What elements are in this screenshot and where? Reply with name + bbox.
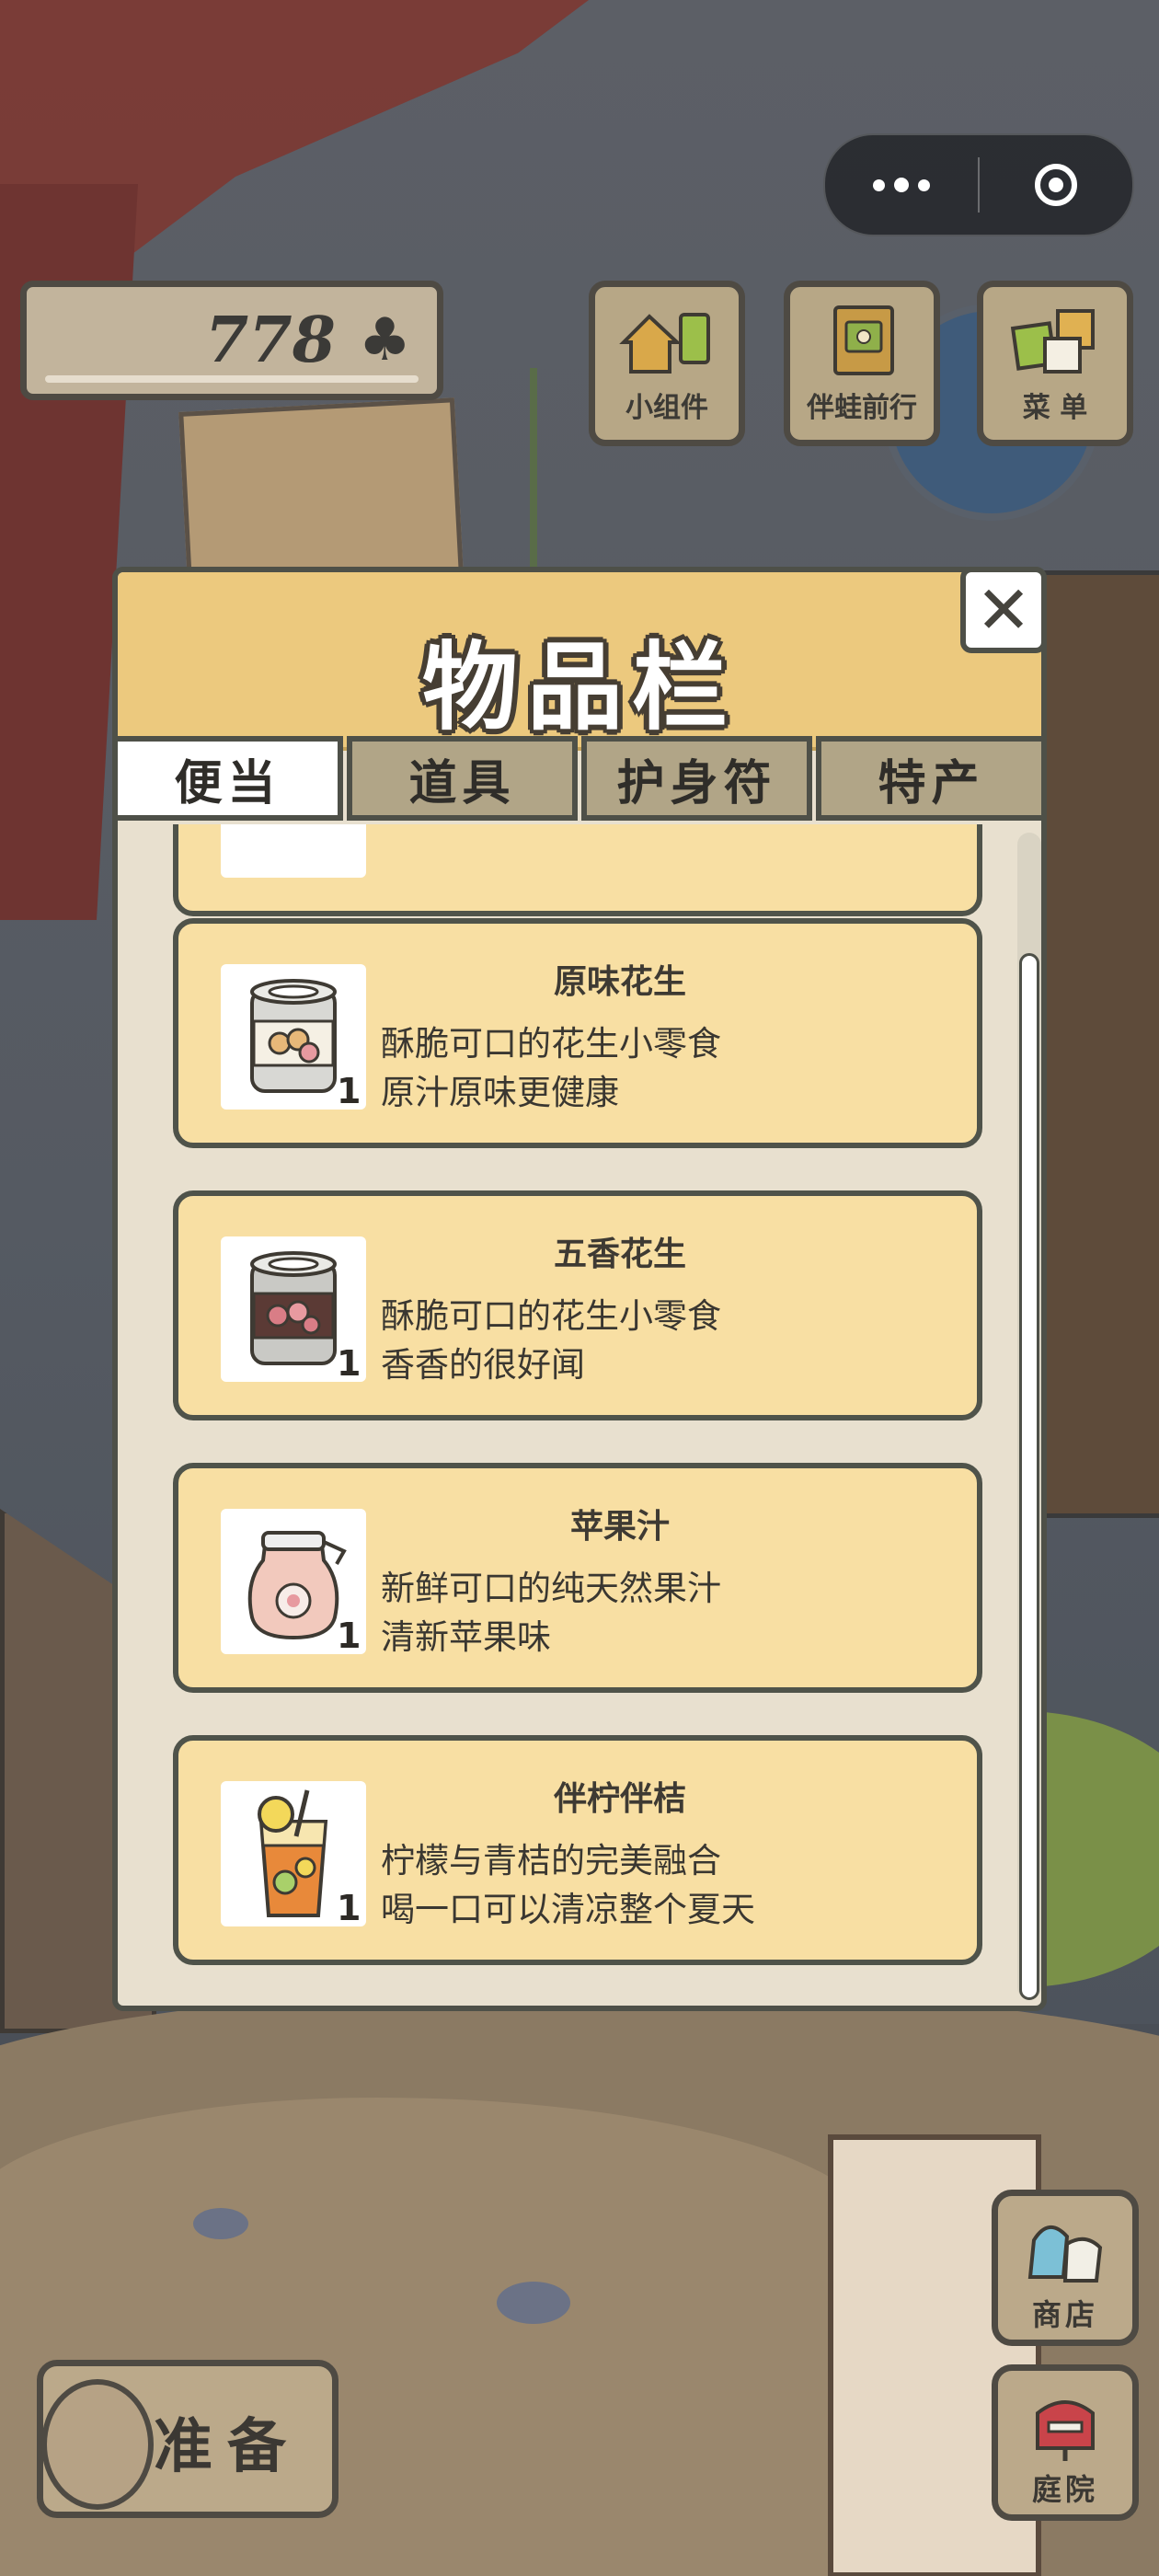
- close-icon: ✕: [975, 571, 1032, 649]
- tab-specialties[interactable]: 特产: [816, 736, 1047, 821]
- log-icon: [41, 2379, 154, 2510]
- item-description: 香香的很好闻: [381, 1345, 585, 1385]
- item-description: 酥脆可口的花生小零食: [381, 1296, 721, 1336]
- clover-counter: 778 ♣: [20, 281, 443, 400]
- item-description: 清新苹果味: [381, 1617, 551, 1657]
- item-description: 柠檬与青桔的完美融合: [381, 1841, 721, 1880]
- scrollbar-thumb[interactable]: [1019, 953, 1039, 2000]
- item-thumbnail: [221, 824, 366, 878]
- list-item[interactable]: 1 苹果汁 新鲜可口的纯天然果汁 清新苹果味: [173, 1463, 982, 1693]
- yard-button[interactable]: 庭院: [992, 2364, 1139, 2521]
- list-item[interactable]: 1 五香花生 酥脆可口的花生小零食 香香的很好闻: [173, 1190, 982, 1420]
- item-name: 苹果汁: [569, 1508, 670, 1546]
- item-quantity: 1: [337, 1888, 361, 1928]
- list-item-partial[interactable]: [173, 824, 982, 916]
- target-circle-icon: [1035, 164, 1077, 206]
- item-quantity: 1: [337, 1616, 361, 1656]
- more-dot-icon: [873, 178, 885, 191]
- menu-button[interactable]: 菜 单: [977, 281, 1133, 446]
- tab-bento[interactable]: 便当: [112, 736, 343, 821]
- item-description: 原汁原味更健康: [381, 1073, 619, 1112]
- list-item[interactable]: 1 原味花生 酥脆可口的花生小零食 原汁原味更健康: [173, 918, 982, 1148]
- more-options-button[interactable]: [825, 135, 978, 235]
- item-list[interactable]: 1 原味花生 酥脆可口的花生小零食 原汁原味更健康 1 五香花生 酥脆可口的花生…: [166, 824, 993, 1965]
- item-name: 五香花生: [553, 1236, 686, 1273]
- menu-cards-icon: [1004, 304, 1106, 377]
- more-dot-icon: [894, 178, 909, 192]
- item-description: 喝一口可以清凉整个夏天: [381, 1890, 755, 1929]
- yard-label: 庭院: [1031, 2472, 1098, 2507]
- menu-label: 菜 单: [1022, 392, 1088, 424]
- item-name: 伴柠伴桔: [553, 1780, 686, 1818]
- item-description: 酥脆可口的花生小零食: [381, 1024, 721, 1064]
- list-item[interactable]: 1 伴柠伴桔 柠檬与青桔的完美融合 喝一口可以清凉整个夏天: [173, 1735, 982, 1965]
- item-description: 新鲜可口的纯天然果汁: [381, 1569, 721, 1608]
- shop-bag-icon: [1021, 2213, 1109, 2286]
- frog-journey-label: 伴蛙前行: [807, 392, 917, 424]
- item-name: 原味花生: [553, 963, 686, 1001]
- inventory-tabs: 便当 道具 护身符 特产: [112, 736, 1047, 821]
- widget-label: 小组件: [625, 392, 708, 424]
- item-quantity: 1: [337, 1071, 361, 1111]
- frog-journey-button[interactable]: 伴蛙前行: [784, 281, 940, 446]
- close-button[interactable]: ✕: [960, 567, 1047, 653]
- clover-count: 778: [205, 304, 336, 377]
- frog-book-icon: [811, 304, 912, 377]
- tab-tools[interactable]: 道具: [347, 736, 578, 821]
- shop-label: 商店: [1031, 2297, 1098, 2332]
- mailbox-icon: [1021, 2387, 1109, 2461]
- more-dot-icon: [918, 178, 930, 191]
- inventory-header: 物品栏: [118, 572, 1041, 751]
- tab-amulets[interactable]: 护身符: [581, 736, 812, 821]
- rock-decoration: [193, 2208, 248, 2239]
- prepare-label: 准备: [154, 2413, 301, 2481]
- inventory-title: 物品栏: [421, 631, 737, 743]
- clover-icon: ♣: [358, 306, 411, 374]
- prepare-button[interactable]: 准备: [37, 2360, 339, 2518]
- widget-button[interactable]: 小组件: [589, 281, 745, 446]
- counter-divider: [45, 375, 419, 383]
- miniprogram-capsule: [823, 133, 1134, 236]
- shop-button[interactable]: 商店: [992, 2190, 1139, 2346]
- exit-miniprogram-button[interactable]: [980, 135, 1132, 235]
- rock-decoration: [497, 2282, 570, 2324]
- widget-icon: [616, 304, 717, 377]
- item-quantity: 1: [337, 1343, 361, 1384]
